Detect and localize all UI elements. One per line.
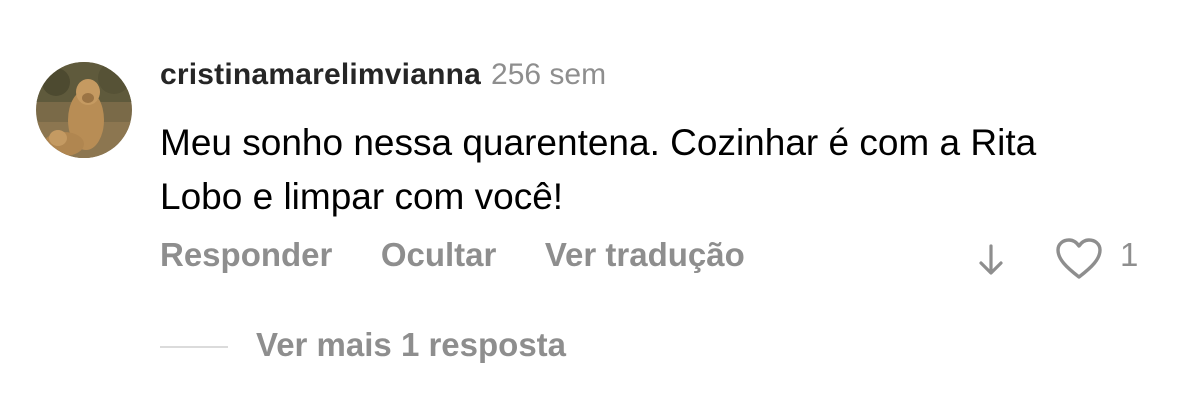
replies-divider — [160, 346, 228, 348]
like-count: 1 — [1120, 236, 1139, 273]
timestamp: 256 sem — [491, 58, 607, 91]
arrow-down-icon[interactable] — [974, 240, 1008, 280]
hide-button[interactable]: Ocultar — [381, 236, 497, 274]
heart-outline-icon[interactable] — [1054, 236, 1104, 282]
translate-button[interactable]: Ver tradução — [545, 236, 745, 274]
avatar-lion-image — [36, 62, 132, 158]
reply-button[interactable]: Responder — [160, 236, 332, 274]
username[interactable]: cristinamarelimvianna — [160, 58, 481, 91]
view-more-replies-button[interactable]: Ver mais 1 resposta — [256, 326, 566, 364]
comment-actions: Responder Ocultar Ver tradução — [160, 236, 789, 280]
avatar[interactable] — [36, 62, 132, 158]
comment-text: Meu sonho nessa quarentena. Cozinhar é c… — [160, 122, 1037, 217]
comment-header: cristinamarelimvianna 256 sem — [160, 58, 606, 102]
